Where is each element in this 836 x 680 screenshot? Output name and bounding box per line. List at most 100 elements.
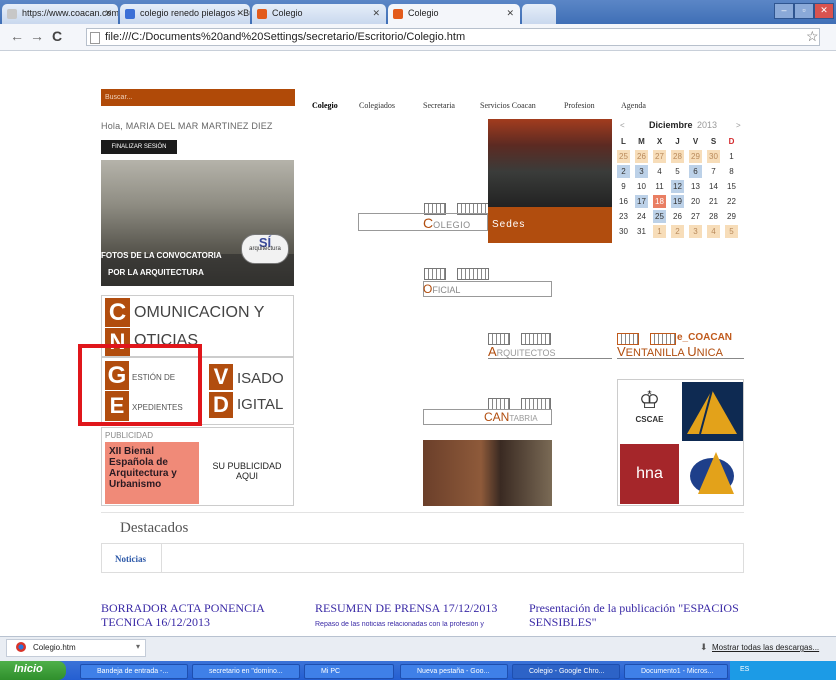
- taskbar-item-active[interactable]: Colegio - Google Chro...: [512, 664, 620, 679]
- news-item-title[interactable]: BORRADOR ACTA PONENCIA TECNICA 16/12/201…: [101, 601, 291, 629]
- taskbar-item[interactable]: secretario en "domino...: [192, 664, 300, 679]
- calendar-day[interactable]: 2: [617, 165, 630, 178]
- calendar-day[interactable]: 26: [635, 150, 648, 163]
- calendar-day[interactable]: 21: [707, 195, 720, 208]
- bookmark-star-icon[interactable]: ☆: [806, 28, 819, 45]
- calendar-day[interactable]: 5: [671, 165, 684, 178]
- calendar-month: Diciembre: [649, 120, 693, 130]
- cscae-logo[interactable]: ♔ CSCAE: [620, 382, 679, 441]
- nav-item-secretaria[interactable]: Secretaria: [423, 101, 455, 110]
- calendar-day[interactable]: 22: [725, 195, 738, 208]
- nav-item-servicios[interactable]: Servicios Coacan: [480, 101, 536, 110]
- close-icon[interactable]: ✕: [104, 8, 112, 19]
- aa-logo[interactable]: [682, 444, 743, 504]
- bienal-ad[interactable]: XII Bienal Española de Arquitectura y Ur…: [105, 442, 199, 504]
- calendar-day[interactable]: 27: [653, 150, 666, 163]
- calendar-day[interactable]: 4: [707, 225, 720, 238]
- calendar-day[interactable]: 26: [671, 210, 684, 223]
- section-initial: V: [617, 344, 626, 359]
- nav-item-profesion[interactable]: Profesion: [564, 101, 595, 110]
- calendar-day[interactable]: 16: [617, 195, 630, 208]
- chevron-down-icon[interactable]: ▾: [136, 642, 140, 651]
- calendar-day[interactable]: 20: [689, 195, 702, 208]
- calendar-day[interactable]: 1: [725, 150, 738, 163]
- browser-tab-active[interactable]: Colegio ✕: [388, 4, 520, 24]
- calendar-day[interactable]: 25: [617, 150, 630, 163]
- taskbar-item[interactable]: Documento1 - Micros...: [624, 664, 728, 679]
- calendar-day[interactable]: 4: [653, 165, 666, 178]
- browser-tab[interactable]: colegio renedo pielagos - Bu ✕: [120, 4, 250, 24]
- sedes-photo[interactable]: [488, 119, 612, 207]
- calendar-day[interactable]: 30: [617, 225, 630, 238]
- calendar-day[interactable]: 7: [707, 165, 720, 178]
- calendar-day[interactable]: 2: [671, 225, 684, 238]
- taskbar-item[interactable]: Mi PC: [304, 664, 394, 679]
- calendar-day[interactable]: 3: [689, 225, 702, 238]
- coacan-logo[interactable]: [682, 382, 743, 441]
- calendar-day[interactable]: 1: [653, 225, 666, 238]
- close-icon[interactable]: ✕: [506, 8, 514, 19]
- close-window-icon[interactable]: ✕: [814, 3, 834, 19]
- calendar-weekday: D: [728, 137, 735, 146]
- calendar-day[interactable]: 13: [689, 180, 702, 193]
- calendar-day[interactable]: 12: [671, 180, 684, 193]
- calendar-day[interactable]: 3: [635, 165, 648, 178]
- calendar-day[interactable]: 15: [725, 180, 738, 193]
- hna-logo[interactable]: hna: [620, 444, 679, 504]
- search-input[interactable]: Buscar...: [101, 89, 295, 106]
- download-item[interactable]: Colegio.htm: [6, 639, 146, 657]
- calendar-day[interactable]: 27: [689, 210, 702, 223]
- nav-item-colegiados[interactable]: Colegiados: [359, 101, 395, 110]
- calendar-day[interactable]: 18: [653, 195, 666, 208]
- highlight-frame: [78, 344, 202, 426]
- calendar-day[interactable]: 11: [653, 180, 666, 193]
- calendar-day[interactable]: 30: [707, 150, 720, 163]
- reload-icon[interactable]: C: [52, 28, 62, 44]
- close-icon[interactable]: ✕: [236, 8, 244, 19]
- start-button[interactable]: Inicio: [0, 661, 66, 680]
- back-icon[interactable]: ←: [10, 28, 24, 44]
- nav-item-colegio[interactable]: Colegio: [312, 101, 338, 110]
- maximize-icon[interactable]: ▫: [794, 3, 814, 19]
- calendar-prev-button[interactable]: <: [620, 121, 625, 130]
- calendar-day[interactable]: 29: [725, 210, 738, 223]
- minimize-icon[interactable]: –: [774, 3, 794, 19]
- language-indicator[interactable]: ES: [740, 666, 749, 673]
- calendar-day[interactable]: 25: [653, 210, 666, 223]
- close-icon[interactable]: ✕: [372, 8, 380, 19]
- tab-noticias[interactable]: Noticias: [102, 544, 162, 572]
- calendar-day[interactable]: 8: [725, 165, 738, 178]
- calendar-day[interactable]: 19: [671, 195, 684, 208]
- browser-tab[interactable]: Colegio ✕: [252, 4, 386, 24]
- calendar-day[interactable]: 17: [635, 195, 648, 208]
- new-tab-button[interactable]: [522, 4, 556, 24]
- visado-digital-link[interactable]: [205, 357, 294, 425]
- taskbar-item[interactable]: Nueva pestaña - Goo...: [400, 664, 508, 679]
- taskbar-item[interactable]: Bandeja de entrada -...: [80, 664, 188, 679]
- calendar-day[interactable]: 28: [707, 210, 720, 223]
- calendar-day[interactable]: 14: [707, 180, 720, 193]
- window-glyph-icon: [424, 268, 446, 280]
- section-word: NICA: [696, 347, 723, 359]
- triangle-logo-icon: [687, 389, 737, 435]
- news-item-title[interactable]: RESUMEN DE PRENSA 17/12/2013: [315, 601, 515, 615]
- calendar-day[interactable]: 28: [671, 150, 684, 163]
- building-photo[interactable]: [423, 440, 552, 506]
- calendar-day[interactable]: 31: [635, 225, 648, 238]
- calendar-next-button[interactable]: >: [736, 121, 741, 130]
- logout-button[interactable]: FINALIZAR SESIÓN: [101, 140, 177, 154]
- calendar-day[interactable]: 24: [635, 210, 648, 223]
- nav-item-agenda[interactable]: Agenda: [621, 101, 646, 110]
- address-bar[interactable]: file:///C:/Documents%20and%20Settings/se…: [86, 28, 820, 46]
- calendar-day[interactable]: 9: [617, 180, 630, 193]
- calendar-day[interactable]: 6: [689, 165, 702, 178]
- calendar-day[interactable]: 10: [635, 180, 648, 193]
- news-item-title[interactable]: Presentación de la publicación "ESPACIOS…: [529, 601, 739, 629]
- calendar-day[interactable]: 5: [725, 225, 738, 238]
- show-all-downloads-link[interactable]: Mostrar todas las descargas...: [712, 643, 819, 652]
- browser-tab[interactable]: https://www.coacan.com/g ✕: [2, 4, 118, 24]
- forward-icon[interactable]: →: [30, 28, 44, 44]
- publicidad-cta[interactable]: SU PUBLICIDAD AQUI: [204, 461, 290, 481]
- calendar-day[interactable]: 23: [617, 210, 630, 223]
- calendar-day[interactable]: 29: [689, 150, 702, 163]
